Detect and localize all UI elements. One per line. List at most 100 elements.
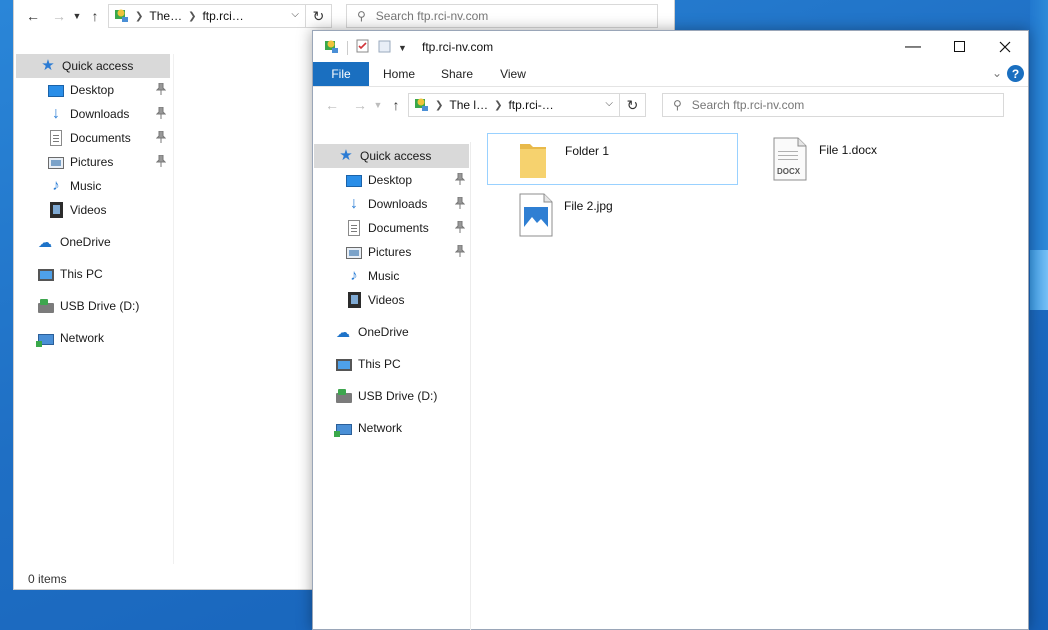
pin-icon[interactable] bbox=[455, 197, 465, 209]
minimize-button[interactable]: — bbox=[890, 31, 936, 62]
tab-share[interactable]: Share bbox=[435, 62, 479, 86]
search-input[interactable]: ⚲ Search ftp.rci-nv.com bbox=[662, 93, 1004, 117]
search-icon: ⚲ bbox=[357, 9, 366, 23]
sidebar-item-music[interactable]: ♪ Music bbox=[16, 174, 170, 198]
sidebar-item-label: USB Drive (D:) bbox=[358, 389, 438, 403]
sidebar-item-onedrive[interactable]: ☁ OneDrive bbox=[16, 230, 170, 254]
sidebar-item-label: Desktop bbox=[70, 83, 115, 97]
pin-icon[interactable] bbox=[156, 107, 166, 119]
recent-locations-button[interactable]: ▼ bbox=[70, 5, 84, 27]
close-button[interactable] bbox=[982, 31, 1028, 62]
sidebar-item-documents[interactable]: Documents bbox=[16, 126, 170, 150]
usb-drive-icon bbox=[336, 389, 352, 403]
sidebar-item-label: USB Drive (D:) bbox=[60, 299, 140, 313]
pane-divider[interactable] bbox=[173, 54, 174, 564]
breadcrumb-item[interactable]: The l… bbox=[449, 98, 488, 112]
wallpaper-edge bbox=[1030, 0, 1048, 250]
up-button[interactable]: ↑ bbox=[84, 5, 106, 27]
breadcrumb-item[interactable]: ftp.rci… bbox=[202, 9, 243, 23]
pin-icon[interactable] bbox=[156, 131, 166, 143]
back-button[interactable]: ← bbox=[321, 94, 343, 116]
sidebar-item-quick-access[interactable]: ★ Quick access bbox=[16, 54, 170, 78]
file-item-folder[interactable]: Folder 1 bbox=[487, 133, 738, 185]
chevron-down-icon[interactable]: ⌵ bbox=[291, 9, 299, 20]
sidebar-item-usb-drive[interactable]: USB Drive (D:) bbox=[16, 294, 170, 318]
sidebar-item-network[interactable]: Network bbox=[16, 326, 170, 350]
tab-file[interactable]: File bbox=[313, 62, 369, 86]
maximize-button[interactable] bbox=[936, 31, 982, 62]
forward-button[interactable]: → bbox=[349, 94, 371, 116]
file-item-image[interactable]: File 2.jpg bbox=[487, 189, 738, 241]
file-item-docx[interactable]: DOCX File 1.docx bbox=[745, 133, 995, 185]
refresh-button[interactable]: ↻ bbox=[620, 93, 646, 117]
customize-toolbar-chevron-icon[interactable]: ▼ bbox=[398, 43, 407, 53]
quick-access-toolbar: ▼ bbox=[323, 38, 407, 57]
sidebar-item-downloads[interactable]: ↓ Downloads bbox=[16, 102, 170, 126]
window-title: ftp.rci-nv.com bbox=[422, 40, 494, 54]
sidebar-item-label: Quick access bbox=[360, 149, 432, 163]
sidebar-item-downloads[interactable]: ↓ Downloads bbox=[314, 192, 469, 216]
pin-icon[interactable] bbox=[156, 155, 166, 167]
sidebar-item-onedrive[interactable]: ☁ OneDrive bbox=[314, 320, 469, 344]
sidebar-item-usb-drive[interactable]: USB Drive (D:) bbox=[314, 384, 469, 408]
ribbon-tabs: File Home Share View ⌄ ? bbox=[313, 62, 1028, 86]
sidebar-item-label: Network bbox=[60, 331, 105, 345]
sidebar-item-quick-access[interactable]: ★ Quick access bbox=[314, 144, 469, 168]
file-name: File 2.jpg bbox=[564, 199, 613, 213]
tab-home[interactable]: Home bbox=[377, 62, 421, 86]
videos-icon bbox=[50, 202, 63, 218]
sidebar-item-label: Documents bbox=[368, 221, 429, 235]
sidebar-item-label: Pictures bbox=[70, 155, 114, 169]
pin-icon[interactable] bbox=[455, 173, 465, 185]
sidebar-item-videos[interactable]: Videos bbox=[314, 288, 469, 312]
tab-view[interactable]: View bbox=[491, 62, 535, 86]
help-icon[interactable]: ? bbox=[1007, 65, 1024, 82]
sidebar-item-pictures[interactable]: Pictures bbox=[314, 240, 469, 264]
sidebar-item-label: Music bbox=[368, 269, 400, 283]
new-folder-icon[interactable] bbox=[378, 39, 392, 56]
pin-icon[interactable] bbox=[455, 245, 465, 257]
search-placeholder: Search ftp.rci-nv.com bbox=[691, 98, 805, 112]
expand-ribbon-chevron-icon[interactable]: ⌄ bbox=[992, 66, 1002, 80]
cloud-icon: ☁ bbox=[336, 324, 350, 340]
up-button[interactable]: ↑ bbox=[385, 94, 407, 116]
pin-icon[interactable] bbox=[156, 83, 166, 95]
sidebar-item-desktop[interactable]: Desktop bbox=[16, 78, 170, 102]
image-file-icon bbox=[519, 193, 553, 237]
sidebar-item-label: This PC bbox=[358, 357, 401, 371]
back-button[interactable]: ← bbox=[22, 5, 44, 27]
sidebar-item-documents[interactable]: Documents bbox=[314, 216, 469, 240]
chevron-right-icon: ❯ bbox=[435, 99, 444, 111]
pane-divider[interactable] bbox=[470, 142, 471, 630]
forward-button[interactable]: → bbox=[48, 5, 70, 27]
sidebar-item-videos[interactable]: Videos bbox=[16, 198, 170, 222]
usb-drive-icon bbox=[38, 299, 54, 313]
downloads-icon: ↓ bbox=[52, 105, 60, 122]
ftp-location-icon bbox=[323, 38, 339, 57]
sidebar-item-this-pc[interactable]: This PC bbox=[314, 352, 469, 376]
sidebar-item-desktop[interactable]: Desktop bbox=[314, 168, 469, 192]
search-input[interactable]: ⚲ Search ftp.rci-nv.com bbox=[346, 4, 658, 28]
breadcrumb-item[interactable]: The… bbox=[149, 9, 182, 23]
sidebar-item-network[interactable]: Network bbox=[314, 416, 469, 440]
breadcrumb-item[interactable]: ftp.rci-… bbox=[508, 98, 553, 112]
sidebar-item-music[interactable]: ♪ Music bbox=[314, 264, 469, 288]
chevron-right-icon: ❯ bbox=[494, 99, 503, 111]
sidebar-item-label: Videos bbox=[70, 203, 107, 217]
chevron-down-icon[interactable]: ⌵ bbox=[605, 98, 613, 109]
explorer-window-front[interactable]: ▼ ftp.rci-nv.com — File Home Share View … bbox=[312, 30, 1029, 630]
pictures-icon bbox=[48, 157, 64, 169]
pin-icon[interactable] bbox=[455, 221, 465, 233]
title-bar[interactable]: ▼ ftp.rci-nv.com — bbox=[313, 31, 1028, 62]
address-bar[interactable]: ❯ The… ❯ ftp.rci… ⌵ bbox=[108, 4, 306, 28]
refresh-button[interactable]: ↻ bbox=[306, 4, 332, 28]
sidebar-item-label: OneDrive bbox=[60, 235, 111, 249]
navigation-pane: ★ Quick access Desktop ↓ Downloads Docum… bbox=[16, 54, 170, 350]
sidebar-item-pictures[interactable]: Pictures bbox=[16, 150, 170, 174]
file-name: Folder 1 bbox=[565, 144, 610, 158]
sidebar-item-label: Pictures bbox=[368, 245, 412, 259]
address-bar[interactable]: ❯ The l… ❯ ftp.rci-… ⌵ bbox=[408, 93, 620, 117]
properties-icon[interactable] bbox=[356, 39, 370, 56]
sidebar-item-this-pc[interactable]: This PC bbox=[16, 262, 170, 286]
recent-locations-button[interactable]: ▼ bbox=[371, 94, 385, 116]
